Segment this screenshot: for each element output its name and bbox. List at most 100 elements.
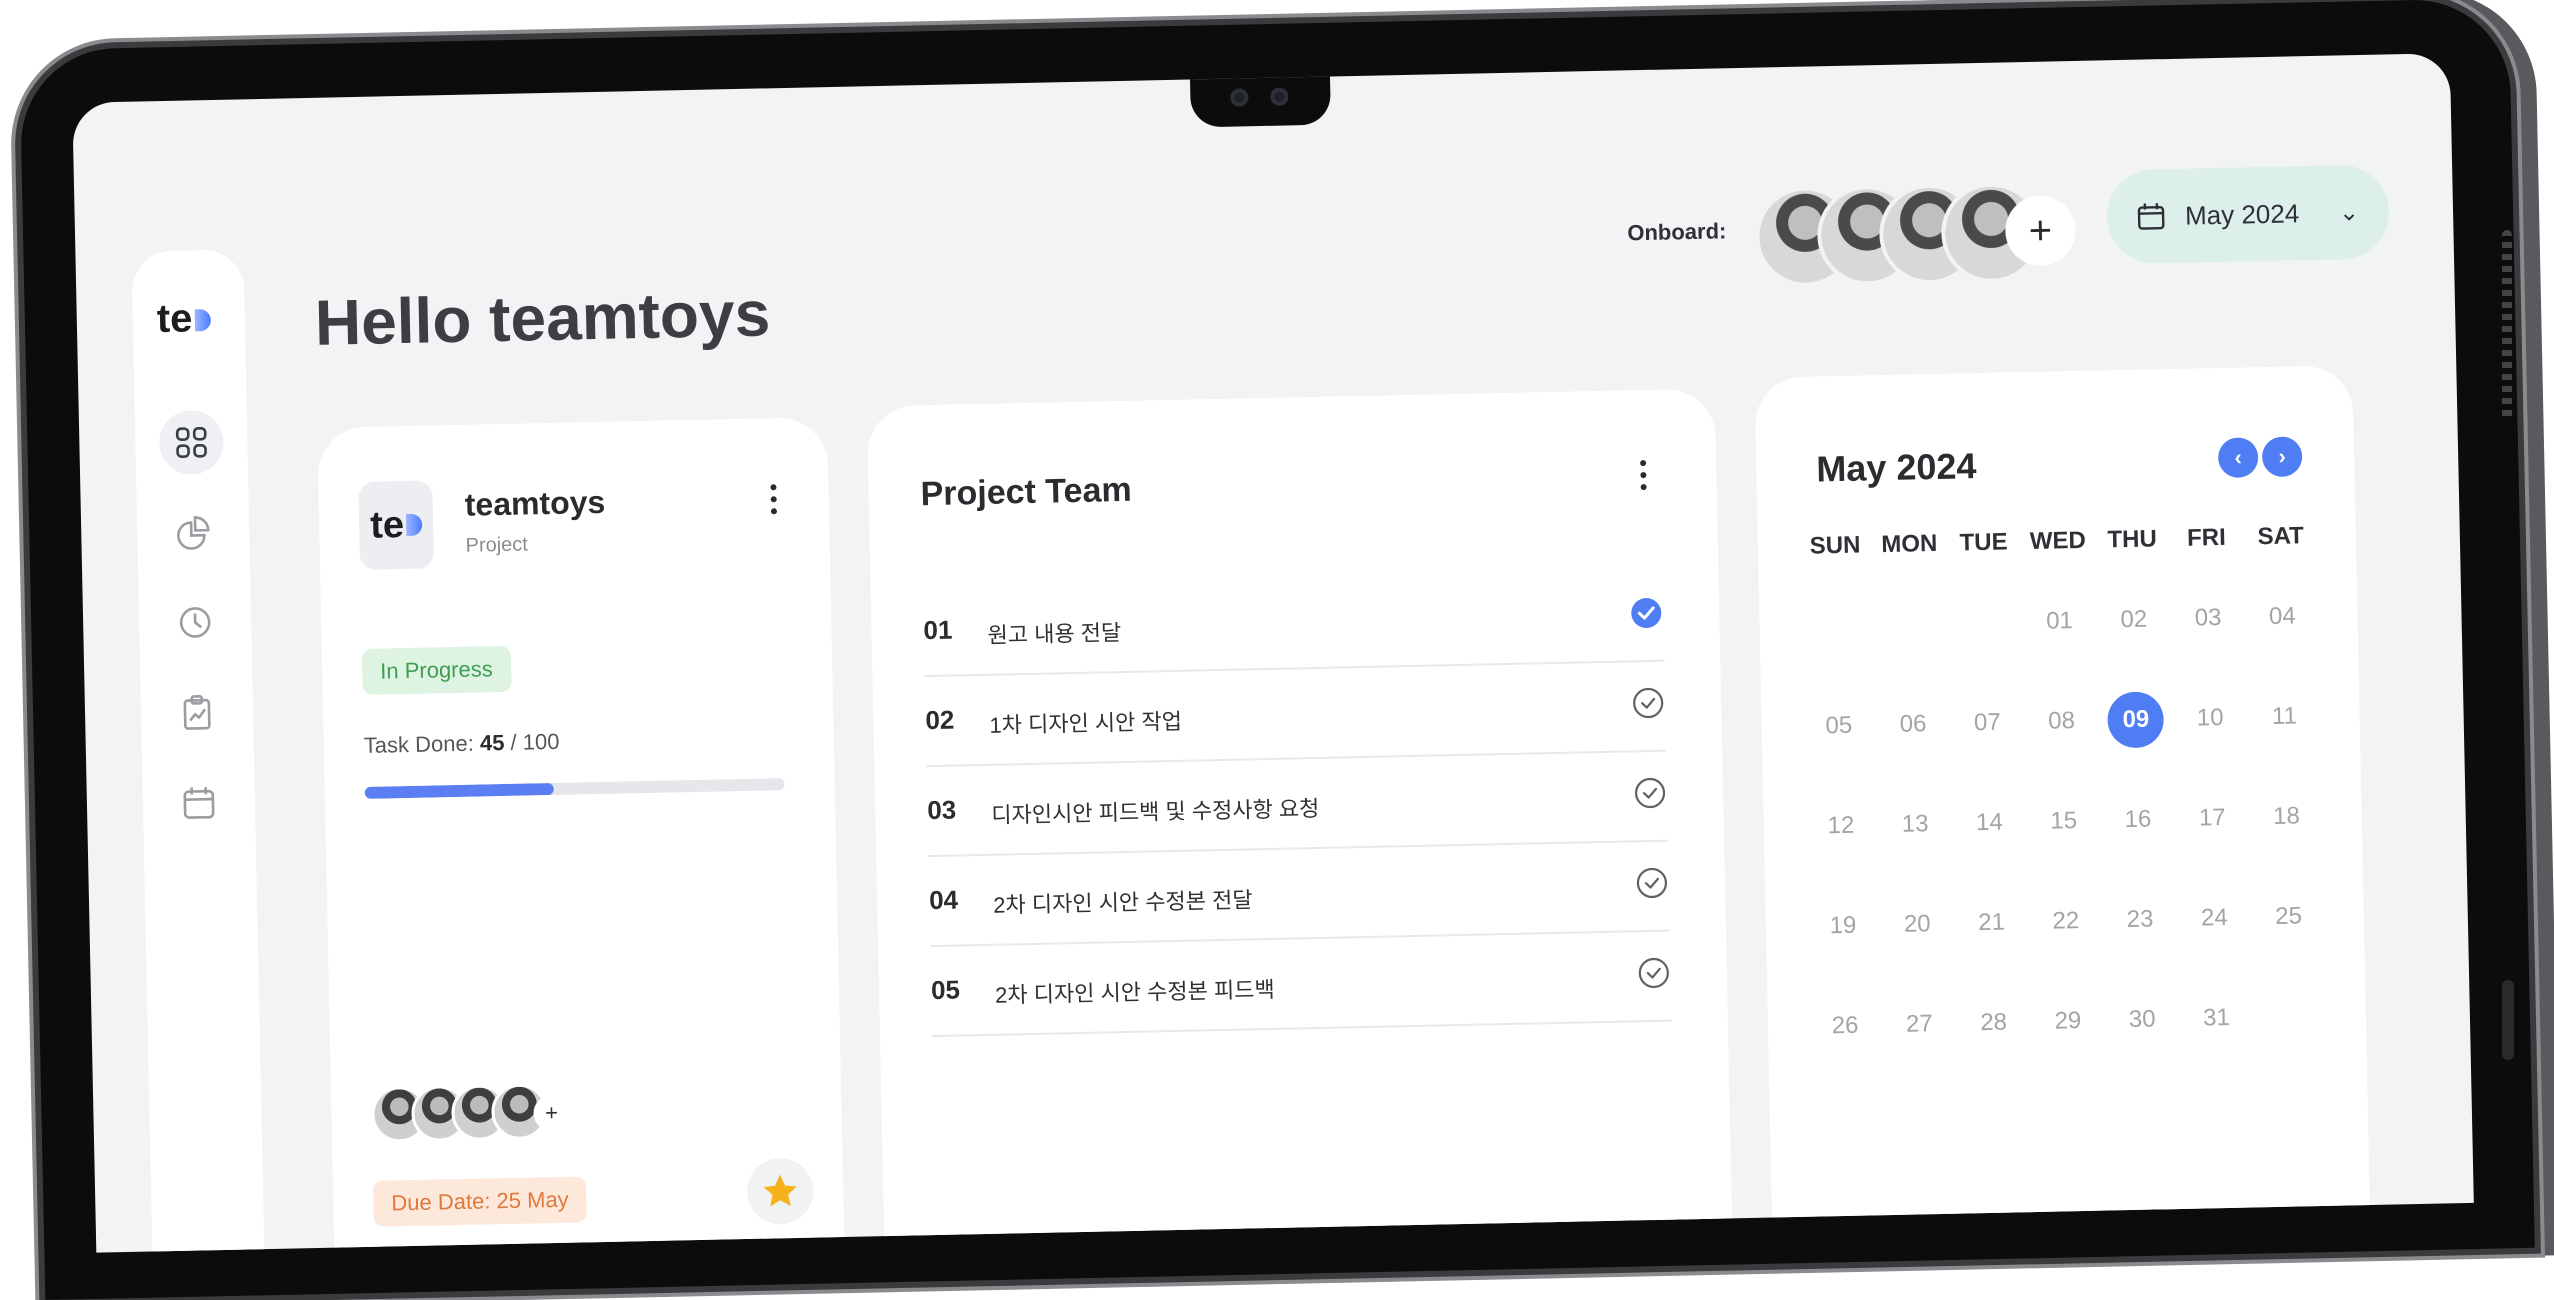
calendar-day[interactable]: 31 [2188, 990, 2245, 1047]
dashboard-icon [175, 426, 207, 458]
task-text: 원고 내용 전달 [987, 620, 1122, 648]
calendar-day[interactable]: 14 [1961, 794, 2018, 851]
calendar-week: 05 06 07 08 09 10 11 [1801, 666, 2323, 777]
calendar-day[interactable]: 16 [2109, 791, 2166, 848]
more-options-icon[interactable] [768, 484, 779, 520]
month-selector[interactable]: May 2024 ⌄ [2106, 164, 2391, 265]
project-type: Project [465, 533, 529, 557]
calendar-day[interactable]: 05 [1810, 697, 1867, 754]
calendar-day[interactable]: 17 [2184, 790, 2241, 847]
calendar-day[interactable]: 21 [1963, 894, 2020, 951]
task-progress-fill [364, 782, 554, 799]
task-text: 2차 디자인 시안 수정본 피드백 [994, 976, 1275, 1008]
add-member-button[interactable]: + [2004, 194, 2077, 267]
calendar-day[interactable]: 08 [2033, 693, 2090, 750]
task-text: 1차 디자인 시안 작업 [989, 708, 1183, 738]
calendar-day[interactable]: 25 [2260, 888, 2317, 945]
weekday-label: FRI [2186, 523, 2227, 552]
calendar-week: 12 13 14 15 16 17 18 [1803, 766, 2325, 877]
task-number: 04 [928, 884, 959, 916]
calendar-day[interactable]: 13 [1887, 796, 1944, 853]
project-team-title: Project Team [920, 470, 1133, 514]
calendar-card: May 2024 ‹ › SUN MON TUE WED THU FRI SAT 01 02 0… [1754, 365, 2372, 1253]
task-row[interactable]: 05 2차 디자인 시안 수정본 피드백 [930, 929, 1672, 1038]
calendar-day[interactable]: 23 [2112, 891, 2169, 948]
weekday-label: MON [1881, 529, 1938, 559]
camera-icon [1230, 88, 1249, 107]
calendar-day[interactable]: 11 [2256, 688, 2313, 745]
app-logo-text: te [156, 296, 193, 342]
add-member-button[interactable]: + [533, 1094, 570, 1132]
task-number: 01 [923, 614, 953, 646]
task-text: 2차 디자인 시안 수정본 전달 [993, 887, 1253, 918]
prev-month-button[interactable]: ‹ [2217, 437, 2259, 479]
task-number: 02 [925, 704, 955, 736]
calendar-day[interactable]: 28 [1965, 994, 2022, 1051]
sidebar-item-dashboard[interactable] [158, 409, 225, 476]
calendar-day[interactable]: 27 [1891, 996, 1948, 1053]
sensor-icon [1270, 87, 1289, 106]
camera-notch [1189, 72, 1331, 128]
calendar-day[interactable]: 06 [1885, 696, 1942, 753]
sidebar-item-analytics[interactable] [161, 500, 226, 565]
app-logo[interactable]: te [156, 296, 211, 342]
calendar-day[interactable]: 02 [2105, 591, 2162, 648]
favorite-button[interactable] [746, 1157, 814, 1225]
calendar-day[interactable]: 04 [2254, 588, 2311, 645]
calendar-day-selected[interactable]: 09 [2107, 691, 2165, 749]
project-logo-text: te [369, 503, 405, 547]
clock-icon [179, 607, 211, 638]
calendar-day [1882, 596, 1939, 653]
task-done-prefix: Task Done: [363, 730, 481, 758]
status-badge: In Progress [361, 645, 512, 695]
sidebar-item-calendar[interactable] [166, 770, 231, 835]
task-done-label: Task Done: 45 / 100 [364, 729, 560, 759]
calendar-day[interactable]: 10 [2182, 690, 2239, 747]
calendar-day[interactable]: 01 [2031, 593, 2088, 650]
weekday-label: SAT [2257, 522, 2305, 551]
sidebar-item-history[interactable] [163, 590, 228, 655]
more-options-icon[interactable] [1638, 460, 1649, 496]
logo-mark-icon [194, 309, 211, 332]
app-screen: te Hello teamtoys Onboard: + May 2024 ⌄ [72, 53, 2474, 1253]
task-done-total: / 100 [504, 728, 560, 755]
calendar-day [1808, 597, 1865, 654]
task-number: 05 [930, 974, 961, 1006]
project-name: teamtoys [464, 483, 606, 523]
calendar-day[interactable]: 20 [1889, 896, 1946, 953]
check-circle-icon[interactable] [1636, 956, 1671, 991]
calendar-day[interactable]: 26 [1817, 997, 1874, 1054]
check-circle-icon[interactable] [1635, 866, 1670, 901]
next-month-button[interactable]: › [2261, 436, 2303, 478]
calendar-day[interactable]: 07 [1959, 694, 2016, 751]
clipboard-chart-icon [183, 695, 211, 730]
chevron-down-icon: ⌄ [2338, 198, 2360, 226]
task-list: 01 원고 내용 전달 02 1차 디자인 시안 작업 03 디자인시안 피드백 및 수정… [867, 389, 1715, 1038]
calendar-day[interactable]: 29 [2039, 993, 2096, 1050]
due-date-badge: Due Date: 25 May [372, 1176, 588, 1227]
sidebar-item-reports[interactable] [164, 680, 229, 745]
calendar-icon [183, 787, 215, 819]
calendar-day[interactable]: 03 [2180, 590, 2237, 647]
page-title: Hello teamtoys [314, 277, 771, 359]
sidebar: te [131, 249, 267, 1253]
speaker-grille [2502, 230, 2512, 420]
calendar-day[interactable]: 19 [1814, 897, 1871, 954]
pie-chart-icon [177, 516, 210, 550]
calendar-week: 01 02 03 04 [1799, 566, 2321, 677]
task-number: 03 [926, 794, 957, 826]
weekday-label: TUE [1959, 528, 2008, 557]
month-selector-label: May 2024 [2184, 197, 2300, 231]
check-circle-icon[interactable] [1631, 686, 1666, 721]
calendar-day[interactable]: 18 [2258, 788, 2315, 845]
calendar-day[interactable]: 22 [2037, 893, 2094, 950]
calendar-day[interactable]: 24 [2186, 890, 2243, 947]
calendar-day[interactable]: 15 [2035, 793, 2092, 850]
task-progress-bar [364, 778, 785, 799]
check-circle-icon[interactable] [1633, 776, 1668, 811]
calendar-day[interactable]: 12 [1812, 797, 1869, 854]
task-text: 디자인시안 피드백 및 수정사항 요청 [991, 795, 1320, 828]
calendar-day[interactable]: 30 [2114, 991, 2171, 1048]
check-filled-icon[interactable] [1629, 596, 1664, 631]
weekday-header: SUN MON TUE WED THU FRI SAT [1797, 506, 2318, 577]
